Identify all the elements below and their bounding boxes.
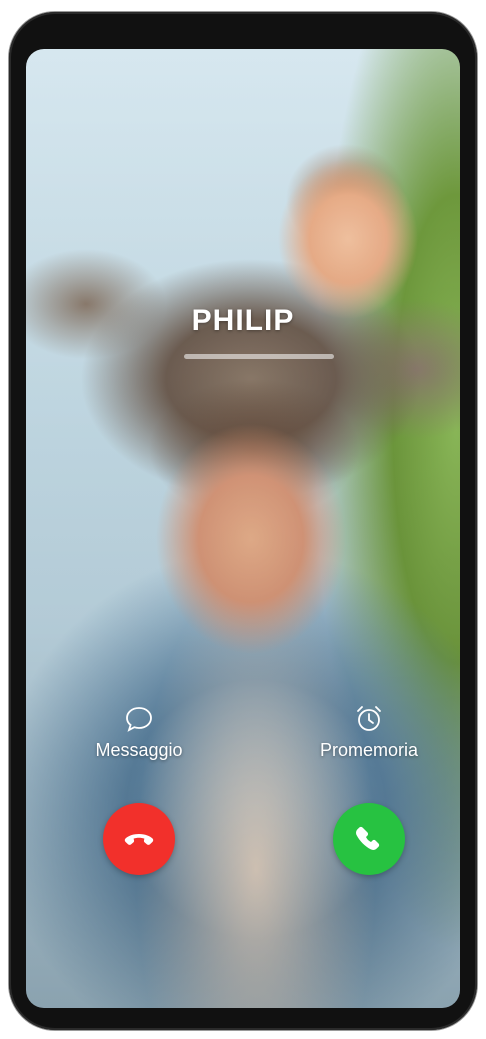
caller-subtitle-bar <box>184 354 334 359</box>
caller-name: PHILIP <box>191 304 295 337</box>
phone-frame: PHILIP Messaggio Promemoria <box>9 12 477 1030</box>
message-action[interactable]: Messaggio <box>74 704 204 761</box>
decline-call-button[interactable] <box>103 803 175 875</box>
reminder-action[interactable]: Promemoria <box>304 704 434 761</box>
reminder-action-label: Promemoria <box>319 740 419 760</box>
phone-icon <box>356 826 380 850</box>
incoming-call-screen: PHILIP Messaggio Promemoria <box>26 49 460 1008</box>
accept-call-button[interactable] <box>333 803 405 875</box>
speech-bubble-icon <box>126 707 152 732</box>
phone-hangup-icon <box>124 834 154 845</box>
alarm-clock-icon <box>357 706 381 731</box>
message-action-label: Messaggio <box>95 740 183 760</box>
